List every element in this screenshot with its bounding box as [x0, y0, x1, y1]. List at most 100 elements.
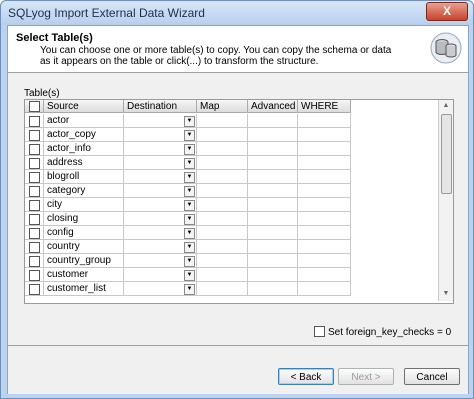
advanced-cell[interactable]	[248, 184, 298, 198]
close-button[interactable]: X	[426, 2, 468, 21]
advanced-cell[interactable]	[248, 142, 298, 156]
column-header-where[interactable]: WHERE	[298, 100, 351, 113]
dropdown-arrow-icon[interactable]: ▼	[184, 256, 195, 267]
map-cell[interactable]	[197, 198, 248, 212]
where-cell[interactable]	[298, 142, 351, 156]
where-cell[interactable]	[298, 226, 351, 240]
where-cell[interactable]	[298, 240, 351, 254]
row-checkbox[interactable]	[29, 158, 40, 169]
map-cell[interactable]	[197, 128, 248, 142]
where-cell[interactable]	[298, 170, 351, 184]
dropdown-arrow-icon[interactable]: ▼	[184, 172, 195, 183]
dropdown-arrow-icon[interactable]: ▼	[184, 214, 195, 225]
column-header-map[interactable]: Map	[197, 100, 248, 113]
dropdown-arrow-icon[interactable]: ▼	[184, 242, 195, 253]
column-header-advanced[interactable]: Advanced	[248, 100, 298, 113]
where-cell[interactable]	[298, 268, 351, 282]
table-row[interactable]: blogroll ▼	[25, 170, 351, 184]
advanced-cell[interactable]	[248, 240, 298, 254]
table-row[interactable]: closing ▼	[25, 212, 351, 226]
table-row[interactable]: customer ▼	[25, 268, 351, 282]
row-checkbox[interactable]	[29, 214, 40, 225]
destination-cell[interactable]: ▼	[124, 128, 197, 142]
dropdown-arrow-icon[interactable]: ▼	[184, 284, 195, 295]
dropdown-arrow-icon[interactable]: ▼	[184, 200, 195, 211]
destination-cell[interactable]: ▼	[124, 184, 197, 198]
advanced-cell[interactable]	[248, 128, 298, 142]
back-button[interactable]: < Back	[278, 368, 334, 385]
destination-cell[interactable]: ▼	[124, 212, 197, 226]
table-row[interactable]: actor_copy ▼	[25, 128, 351, 142]
row-checkbox[interactable]	[29, 116, 40, 127]
table-row[interactable]: address ▼	[25, 156, 351, 170]
map-cell[interactable]	[197, 268, 248, 282]
dropdown-arrow-icon[interactable]: ▼	[184, 186, 195, 197]
map-cell[interactable]	[197, 184, 248, 198]
dropdown-arrow-icon[interactable]: ▼	[184, 228, 195, 239]
advanced-cell[interactable]	[248, 114, 298, 128]
row-checkbox[interactable]	[29, 284, 40, 295]
row-checkbox[interactable]	[29, 228, 40, 239]
select-all-checkbox[interactable]	[29, 101, 40, 112]
row-checkbox[interactable]	[29, 242, 40, 253]
row-checkbox[interactable]	[29, 270, 40, 281]
next-button[interactable]: Next >	[338, 368, 394, 385]
where-cell[interactable]	[298, 282, 351, 296]
vertical-scrollbar[interactable]: ▲ ▼	[438, 100, 453, 301]
table-row[interactable]: country ▼	[25, 240, 351, 254]
destination-cell[interactable]: ▼	[124, 198, 197, 212]
cancel-button[interactable]: Cancel	[404, 368, 460, 385]
dropdown-arrow-icon[interactable]: ▼	[184, 116, 195, 127]
where-cell[interactable]	[298, 156, 351, 170]
advanced-cell[interactable]	[248, 268, 298, 282]
advanced-cell[interactable]	[248, 198, 298, 212]
table-row[interactable]: category ▼	[25, 184, 351, 198]
scroll-up-arrow-icon[interactable]: ▲	[442, 102, 450, 110]
dropdown-arrow-icon[interactable]: ▼	[184, 270, 195, 281]
destination-cell[interactable]: ▼	[124, 254, 197, 268]
advanced-cell[interactable]	[248, 226, 298, 240]
where-cell[interactable]	[298, 184, 351, 198]
row-checkbox[interactable]	[29, 144, 40, 155]
destination-cell[interactable]: ▼	[124, 114, 197, 128]
destination-cell[interactable]: ▼	[124, 226, 197, 240]
map-cell[interactable]	[197, 226, 248, 240]
dropdown-arrow-icon[interactable]: ▼	[184, 158, 195, 169]
table-row[interactable]: actor ▼	[25, 114, 351, 128]
map-cell[interactable]	[197, 142, 248, 156]
table-row[interactable]: actor_info ▼	[25, 142, 351, 156]
map-cell[interactable]	[197, 212, 248, 226]
destination-cell[interactable]: ▼	[124, 170, 197, 184]
advanced-cell[interactable]	[248, 212, 298, 226]
title-bar[interactable]: SQLyog Import External Data Wizard X	[1, 1, 473, 25]
row-checkbox[interactable]	[29, 186, 40, 197]
row-checkbox[interactable]	[29, 200, 40, 211]
where-cell[interactable]	[298, 254, 351, 268]
destination-cell[interactable]: ▼	[124, 268, 197, 282]
table-row[interactable]: customer_list ▼	[25, 282, 351, 296]
column-header-destination[interactable]: Destination	[124, 100, 197, 113]
map-cell[interactable]	[197, 240, 248, 254]
foreign-key-checks-checkbox[interactable]	[314, 326, 325, 337]
map-cell[interactable]	[197, 170, 248, 184]
where-cell[interactable]	[298, 212, 351, 226]
map-cell[interactable]	[197, 156, 248, 170]
row-checkbox[interactable]	[29, 256, 40, 267]
row-checkbox[interactable]	[29, 172, 40, 183]
map-cell[interactable]	[197, 282, 248, 296]
advanced-cell[interactable]	[248, 282, 298, 296]
column-header-source[interactable]: Source	[44, 100, 124, 113]
dropdown-arrow-icon[interactable]: ▼	[184, 144, 195, 155]
destination-cell[interactable]: ▼	[124, 156, 197, 170]
select-all-header[interactable]	[25, 100, 44, 113]
row-checkbox[interactable]	[29, 130, 40, 141]
dropdown-arrow-icon[interactable]: ▼	[184, 130, 195, 141]
where-cell[interactable]	[298, 114, 351, 128]
scroll-down-arrow-icon[interactable]: ▼	[442, 290, 450, 298]
destination-cell[interactable]: ▼	[124, 142, 197, 156]
map-cell[interactable]	[197, 254, 248, 268]
where-cell[interactable]	[298, 198, 351, 212]
advanced-cell[interactable]	[248, 254, 298, 268]
destination-cell[interactable]: ▼	[124, 240, 197, 254]
table-row[interactable]: city ▼	[25, 198, 351, 212]
